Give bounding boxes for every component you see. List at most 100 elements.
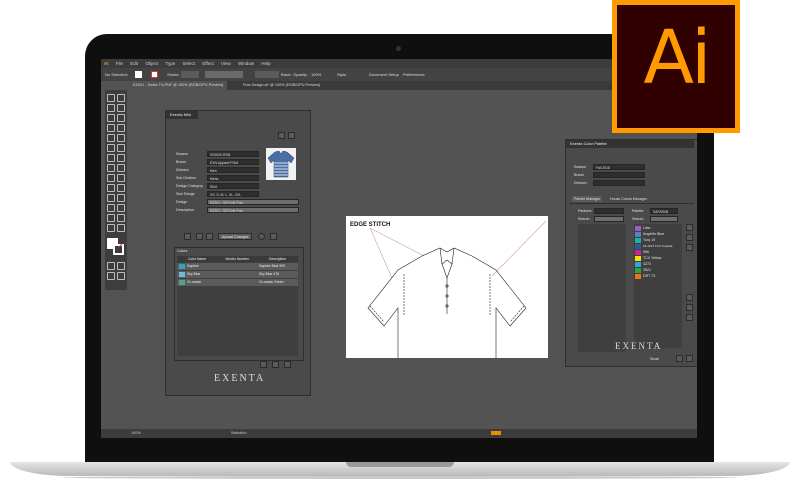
- screen-mode-icon[interactable]: [117, 272, 125, 280]
- free-transform-tool-icon[interactable]: [117, 164, 125, 172]
- type-tool-icon[interactable]: [107, 124, 115, 132]
- trash-icon[interactable]: [206, 233, 213, 240]
- slice-tool-icon[interactable]: [117, 214, 125, 222]
- description-header[interactable]: Description: [257, 256, 298, 262]
- width-tool-icon[interactable]: [107, 164, 115, 172]
- list-view-icon[interactable]: [676, 355, 683, 362]
- lasso-tool-icon[interactable]: [117, 104, 125, 112]
- season-select[interactable]: SS2020 RSB: [207, 151, 259, 157]
- scroll-indicator[interactable]: [491, 431, 501, 435]
- artboard-tool-icon[interactable]: [107, 214, 115, 222]
- tab-ez001[interactable]: EZ001 - Swiss T's.PNF @ 100% (RGB/GPU Pr…: [129, 81, 228, 90]
- rectangle-tool-icon[interactable]: [107, 134, 115, 142]
- sub-division-select[interactable]: Mens: [207, 175, 259, 181]
- description-field[interactable]: EZ001 - S/S Knit Polo: [207, 207, 299, 213]
- selection-tool-icon[interactable]: [107, 94, 115, 102]
- opacity-value[interactable]: 100%: [311, 68, 321, 81]
- delete-palette-icon[interactable]: [686, 304, 693, 311]
- zoom-tool-icon[interactable]: [117, 224, 125, 232]
- document-setup-button[interactable]: Document Setup: [369, 68, 399, 81]
- shape-builder-tool-icon[interactable]: [107, 174, 115, 182]
- sync-icon[interactable]: [258, 233, 265, 240]
- scale-tool-icon[interactable]: [117, 154, 125, 162]
- hand-tool-icon[interactable]: [107, 224, 115, 232]
- gradient-mode-icon[interactable]: [117, 262, 125, 270]
- close-icon[interactable]: [284, 361, 291, 368]
- blend-tool-icon[interactable]: [117, 194, 125, 202]
- paintbrush-tool-icon[interactable]: [117, 134, 125, 142]
- status-mode[interactable]: Selection: [231, 429, 247, 438]
- brand-select[interactable]: EXN Apparel PGM: [207, 159, 259, 165]
- palette-division-select[interactable]: [593, 180, 645, 186]
- variable-width-field[interactable]: [205, 71, 243, 78]
- grid-view-icon[interactable]: [686, 355, 693, 362]
- add-color-icon[interactable]: [686, 224, 693, 231]
- menu-type[interactable]: Type: [166, 61, 176, 66]
- rotate-tool-icon[interactable]: [107, 154, 115, 162]
- division-select[interactable]: Men: [207, 167, 259, 173]
- table-row[interactable]: Sky Blue Sky Blue 476: [177, 271, 298, 278]
- graph-tool-icon[interactable]: [117, 204, 125, 212]
- draw-mode-icon[interactable]: [107, 272, 115, 280]
- perspective-tool-icon[interactable]: [117, 174, 125, 182]
- vendor-number-header[interactable]: Vendor Number: [217, 256, 257, 262]
- close-palette-icon[interactable]: [686, 314, 693, 321]
- design-field[interactable]: EZ001 - S/S Knit Polo: [207, 199, 299, 205]
- tab-house-colors-manager[interactable]: House Colors Manager: [610, 196, 647, 202]
- settings-icon[interactable]: [270, 233, 277, 240]
- view-size-label[interactable]: Small: [650, 356, 659, 362]
- table-row[interactable]: Saphire Saphire Blue 999: [177, 263, 298, 270]
- eraser-tool-icon[interactable]: [117, 144, 125, 152]
- tab-polo-design[interactable]: Polo Design.ai* @ 100% (RGB/GPU Preview): [239, 81, 324, 90]
- tab-palette-manager[interactable]: Palette Manager: [572, 196, 603, 202]
- eyedropper-tool-icon[interactable]: [107, 194, 115, 202]
- menu-edit[interactable]: Edit: [130, 61, 138, 66]
- search-right-input[interactable]: [650, 216, 678, 222]
- palette-select[interactable]: SAFARI/B: [650, 208, 678, 214]
- pen-tool-icon[interactable]: [107, 114, 115, 122]
- remove-color-icon[interactable]: [686, 234, 693, 241]
- menu-select[interactable]: Select: [183, 61, 196, 66]
- export-icon[interactable]: [288, 132, 295, 139]
- brush-field[interactable]: [255, 71, 279, 78]
- menu-file[interactable]: File: [116, 61, 123, 66]
- apply-palette-icon[interactable]: [686, 294, 693, 301]
- menu-window[interactable]: Window: [238, 61, 254, 66]
- color-name-header[interactable]: Color Name: [177, 256, 217, 262]
- pms-select[interactable]: [594, 208, 624, 214]
- add-icon[interactable]: [260, 361, 267, 368]
- zoom-level[interactable]: 100%: [131, 429, 141, 438]
- line-tool-icon[interactable]: [117, 124, 125, 132]
- menu-help[interactable]: Help: [261, 61, 270, 66]
- preferences-button[interactable]: Preferences: [403, 68, 425, 81]
- menu-object[interactable]: Object: [145, 61, 158, 66]
- stroke-weight-field[interactable]: [181, 71, 199, 78]
- direct-selection-tool-icon[interactable]: [117, 94, 125, 102]
- table-row[interactable]: Gr-ocean Gr-ocean Green: [177, 279, 298, 286]
- color-mode-icon[interactable]: [107, 262, 115, 270]
- design-category-select[interactable]: Shirt: [207, 183, 259, 189]
- shaper-tool-icon[interactable]: [107, 144, 115, 152]
- search-left-input[interactable]: [594, 216, 624, 222]
- curvature-tool-icon[interactable]: [117, 114, 125, 122]
- copy-icon[interactable]: [196, 233, 203, 240]
- camera-icon[interactable]: [184, 233, 191, 240]
- fill-swatch[interactable]: [135, 71, 142, 78]
- palette-season-select[interactable]: Fall 2018: [593, 164, 645, 170]
- product-thumbnail[interactable]: [266, 148, 296, 180]
- refresh-icon[interactable]: [278, 132, 285, 139]
- list-item[interactable]: DRT 73: [635, 273, 655, 279]
- pms-list[interactable]: [578, 224, 626, 352]
- stroke-swatch[interactable]: [151, 71, 158, 78]
- palette-brand-select[interactable]: [593, 172, 645, 178]
- gradient-tool-icon[interactable]: [117, 184, 125, 192]
- edit-color-icon[interactable]: [686, 244, 693, 251]
- size-range-select[interactable]: XS, S, M, L, XL, 2XL: [207, 191, 259, 197]
- menu-effect[interactable]: Effect: [202, 61, 213, 66]
- mesh-tool-icon[interactable]: [107, 184, 115, 192]
- delete-icon[interactable]: [272, 361, 279, 368]
- artboard[interactable]: EDGE STITCH: [346, 216, 548, 358]
- symbol-sprayer-tool-icon[interactable]: [107, 204, 115, 212]
- menu-view[interactable]: View: [221, 61, 231, 66]
- magic-wand-tool-icon[interactable]: [107, 104, 115, 112]
